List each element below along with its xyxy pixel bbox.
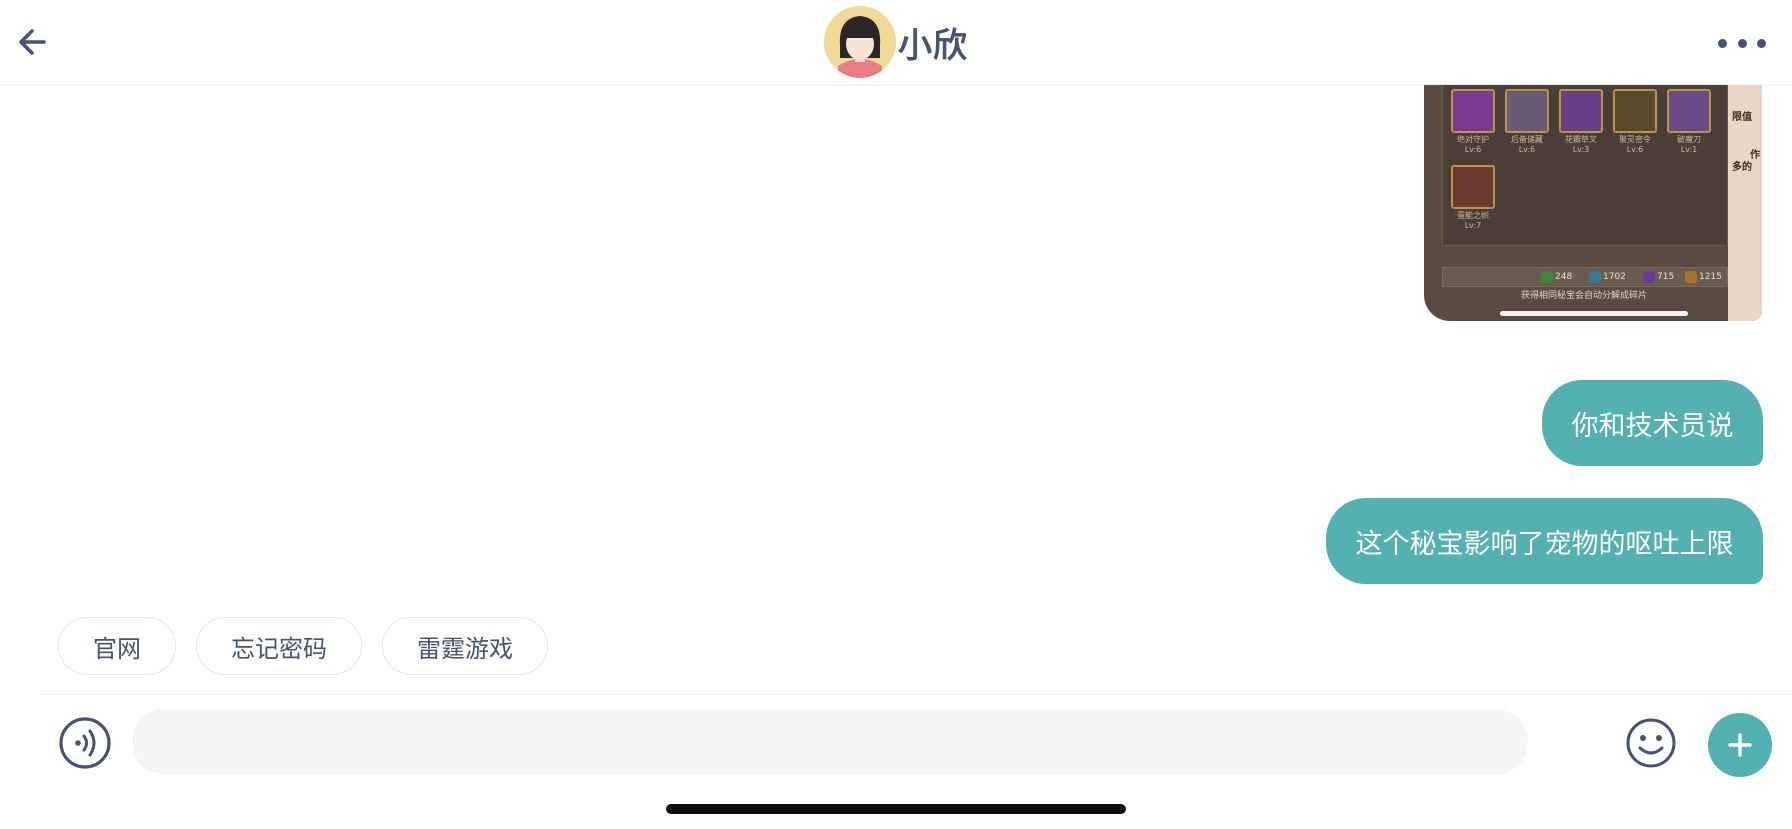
more-dot [1757, 38, 1766, 48]
currency-green: 248 [1541, 271, 1572, 283]
message-bubble[interactable]: 你和技术员说 [1542, 380, 1763, 466]
currency-orange: 1215 [1685, 271, 1722, 283]
voice-icon [59, 717, 111, 769]
plus-icon [1728, 733, 1752, 757]
quick-reply-leiting-games[interactable]: 雷霆游戏 [382, 617, 548, 675]
arrow-left-icon [19, 29, 46, 55]
side-text: 作 [1750, 150, 1760, 161]
quick-replies: 官网 忘记密码 雷霆游戏 [58, 617, 548, 677]
voice-button[interactable] [59, 717, 111, 769]
item-label: 绝对守护 Lv:6 [1457, 135, 1489, 154]
more-button[interactable] [1718, 30, 1766, 56]
item-label: 聚灵密令 Lv:6 [1619, 135, 1651, 154]
currency-bar: 248 1702 715 1215 [1442, 267, 1728, 287]
side-text: 多的 [1732, 162, 1752, 173]
plus-button[interactable] [1708, 713, 1772, 777]
item-slot [1613, 89, 1657, 133]
home-indicator[interactable] [666, 804, 1126, 814]
message-bubble[interactable]: 这个秘宝影响了宠物的呕吐上限 [1326, 498, 1763, 584]
item-slot [1667, 89, 1711, 133]
item-slot [1451, 165, 1495, 209]
item-label: 破魔刀 Lv:1 [1677, 135, 1701, 154]
item-slot [1451, 89, 1495, 133]
gem-icon [1685, 271, 1697, 283]
item-slot [1505, 89, 1549, 133]
quick-reply-forgot-password[interactable]: 忘记密码 [196, 617, 362, 675]
game-panel: 绝对守护 Lv:6 后备储藏 Lv:6 花瓣草叉 Lv:3 聚灵密令 Lv:6 破魔刀 L… [1442, 84, 1728, 246]
image-home-bar [1500, 311, 1688, 316]
more-dot [1737, 38, 1747, 48]
emoji-button[interactable] [1626, 718, 1676, 768]
item-label: 蛋能之帜 Lv:7 [1457, 211, 1489, 230]
currency-purple: 715 [1643, 271, 1674, 283]
image-message[interactable]: 绝对守护 Lv:6 后备储藏 Lv:6 花瓣草叉 Lv:3 聚灵密令 Lv:6 破魔刀 L… [1424, 84, 1762, 321]
chat-title: 小欣 [824, 6, 968, 78]
emoji-icon [1626, 718, 1676, 768]
message-list[interactable]: 绝对守护 Lv:6 后备储藏 Lv:6 花瓣草叉 Lv:3 聚灵密令 Lv:6 破魔刀 L… [0, 84, 1792, 694]
chat-header: 小欣 [0, 0, 1792, 85]
side-text: 限值 [1732, 112, 1752, 123]
avatar-illustration [824, 6, 896, 78]
side-panel: 限值 作 多的 [1728, 84, 1762, 321]
avatar[interactable] [824, 6, 896, 78]
item-label: 花瓣草叉 Lv:3 [1565, 135, 1597, 154]
item-slot [1559, 89, 1603, 133]
item-label: 后备储藏 Lv:6 [1511, 135, 1543, 154]
currency-blue: 1702 [1589, 271, 1626, 283]
image-caption: 获得相同秘宝会自动分解成碎片 [1520, 291, 1647, 301]
more-horizontal-icon [1718, 38, 1727, 48]
back-button[interactable] [14, 22, 54, 62]
gem-icon [1589, 271, 1601, 283]
message-input[interactable] [132, 709, 1528, 775]
gem-icon [1541, 271, 1553, 283]
quick-reply-official-site[interactable]: 官网 [58, 617, 176, 675]
agent-name: 小欣 [898, 25, 968, 66]
gem-icon [1643, 271, 1655, 283]
